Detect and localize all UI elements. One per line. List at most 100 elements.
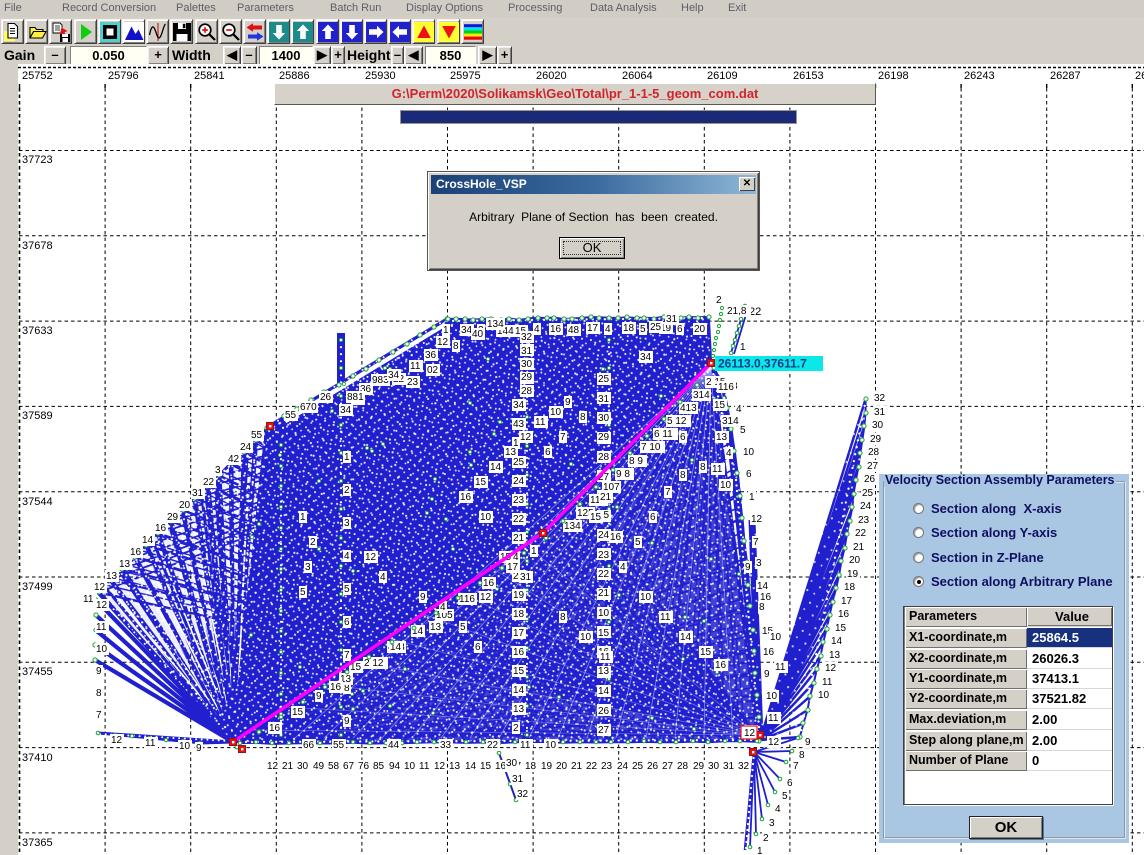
svg-text:32: 32 [521, 332, 533, 343]
svg-text:7 10: 7 10 [641, 442, 661, 453]
svg-text:10: 10 [743, 447, 755, 458]
svg-text:8: 8 [96, 688, 102, 699]
svg-text:34: 34 [388, 370, 400, 381]
svg-text:30: 30 [872, 420, 884, 431]
svg-text:11: 11 [535, 417, 546, 428]
svg-text:34: 34 [340, 405, 352, 416]
svg-text:02: 02 [427, 365, 439, 376]
svg-text:25: 25 [862, 488, 874, 499]
svg-text:66: 66 [303, 740, 315, 751]
svg-text:34: 34 [461, 325, 473, 336]
svg-text:12: 12 [365, 552, 377, 563]
svg-text:9: 9 [764, 669, 770, 680]
svg-text:15: 15 [292, 707, 304, 718]
svg-text:6: 6 [677, 324, 683, 335]
svg-text:11: 11 [96, 622, 107, 633]
svg-text:12: 12 [825, 663, 837, 674]
svg-text:25: 25 [598, 374, 610, 385]
svg-text:23: 23 [407, 377, 419, 388]
svg-text:21: 21 [513, 533, 525, 544]
svg-text:16: 16 [760, 592, 772, 603]
svg-text:5: 5 [740, 425, 746, 436]
svg-text:14: 14 [757, 581, 769, 592]
svg-text:30: 30 [708, 761, 720, 772]
svg-text:14: 14 [465, 761, 477, 772]
svg-text:10: 10 [179, 741, 191, 752]
svg-text:16: 16 [550, 324, 562, 335]
svg-text:5: 5 [460, 622, 466, 633]
svg-text:8: 8 [759, 602, 765, 613]
svg-text:22: 22 [586, 761, 598, 772]
svg-text:14: 14 [513, 685, 525, 696]
svg-text:20: 20 [849, 555, 861, 566]
svg-text:1: 1 [757, 846, 763, 855]
svg-text:10: 10 [770, 632, 782, 643]
svg-text:116: 116 [459, 594, 475, 605]
svg-text:10: 10 [550, 407, 562, 418]
svg-text:134: 134 [487, 319, 504, 330]
svg-text:13: 13 [829, 650, 841, 661]
svg-text:12: 12 [520, 432, 532, 443]
svg-text:23: 23 [858, 515, 870, 526]
svg-text:16: 16 [460, 492, 472, 503]
svg-text:30: 30 [297, 761, 309, 772]
svg-text:24: 24 [513, 476, 525, 487]
svg-text:10: 10 [640, 592, 652, 603]
svg-text:49: 49 [313, 761, 325, 772]
svg-text:30: 30 [521, 359, 533, 370]
svg-text:4: 4 [775, 804, 781, 815]
svg-text:5: 5 [640, 324, 646, 335]
svg-text:20: 20 [556, 761, 568, 772]
svg-text:2: 2 [513, 723, 519, 734]
svg-text:7: 7 [96, 710, 102, 721]
svg-text:4: 4 [620, 562, 626, 573]
svg-text:36: 36 [425, 350, 437, 361]
svg-text:10: 10 [404, 761, 416, 772]
svg-text:6: 6 [650, 512, 656, 523]
svg-text:29: 29 [167, 512, 179, 523]
svg-text:15: 15 [714, 400, 726, 411]
svg-text:1: 1 [740, 342, 746, 353]
svg-text:16: 16 [763, 647, 775, 658]
svg-text:25: 25 [632, 761, 644, 772]
svg-text:5: 5 [635, 537, 641, 548]
svg-text:2: 2 [344, 485, 350, 496]
svg-text:29: 29 [598, 432, 610, 443]
svg-text:31: 31 [192, 488, 204, 499]
svg-text:3: 3 [215, 465, 221, 476]
svg-text:8 9: 8 9 [629, 456, 643, 467]
svg-text:22: 22 [598, 569, 610, 580]
svg-text:4: 4 [736, 404, 742, 415]
svg-text:21: 21 [600, 492, 612, 503]
svg-text:9: 9 [96, 666, 102, 677]
svg-text:5 12: 5 12 [667, 416, 687, 427]
svg-text:12: 12 [267, 761, 279, 772]
svg-text:76: 76 [358, 761, 370, 772]
svg-text:15: 15 [598, 628, 610, 639]
svg-text:14: 14 [831, 636, 843, 647]
svg-text:21: 21 [853, 542, 865, 553]
svg-text:2: 2 [310, 537, 316, 548]
svg-text:9: 9 [420, 592, 426, 603]
svg-text:27: 27 [867, 461, 879, 472]
svg-text:22: 22 [203, 477, 215, 488]
svg-text:9: 9 [196, 743, 202, 754]
svg-text:18: 18 [525, 761, 537, 772]
svg-text:134: 134 [564, 521, 581, 532]
svg-text:34: 34 [640, 352, 652, 363]
svg-text:11: 11 [712, 464, 723, 475]
svg-text:11: 11 [822, 677, 833, 688]
svg-text:23: 23 [601, 761, 613, 772]
svg-text:28: 28 [598, 452, 610, 463]
svg-text:15: 15 [513, 666, 525, 677]
svg-text:16: 16 [155, 523, 167, 534]
svg-text:55: 55 [333, 740, 345, 751]
svg-text:27: 27 [662, 761, 674, 772]
svg-text:13: 13 [716, 432, 728, 443]
svg-text:15: 15 [590, 512, 602, 523]
svg-text:1: 1 [531, 546, 537, 557]
svg-text:13: 13 [119, 559, 131, 570]
svg-text:1: 1 [443, 325, 449, 336]
svg-text:13: 13 [449, 761, 461, 772]
svg-text:11: 11 [520, 740, 531, 751]
